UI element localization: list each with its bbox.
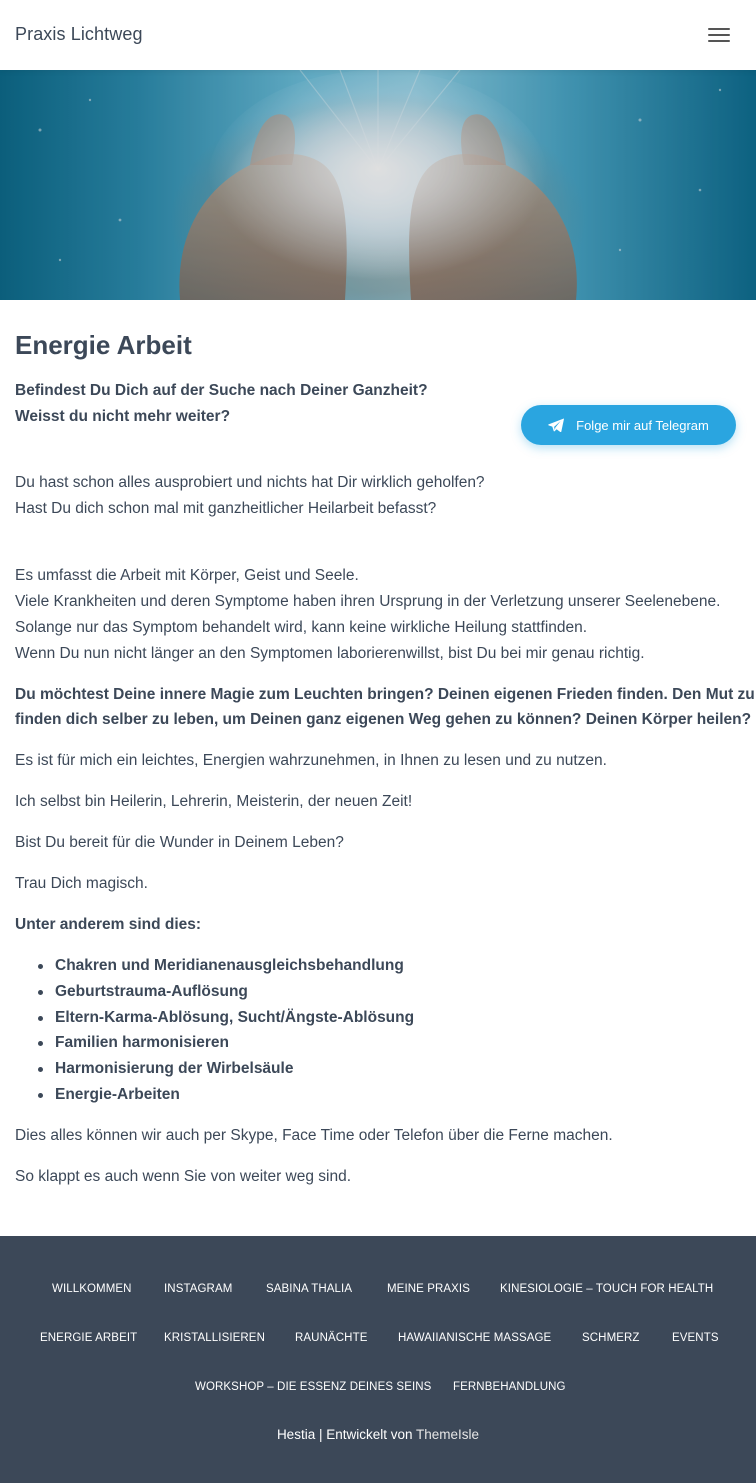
list-heading: Unter anderem sind dies: [15, 916, 202, 933]
telegram-paper-plane-icon [548, 418, 565, 432]
list-item: Familien harmonisieren [37, 1030, 414, 1056]
paragraph-remote: Dies alles können wir auch per Skype, Fa… [15, 1127, 613, 1144]
footer-nav-workshop[interactable]: Workshop – Die Essenz Deines Seins [195, 1381, 431, 1393]
hamburger-menu-icon[interactable] [708, 27, 732, 44]
footer-nav-meine-praxis[interactable]: Meine Praxis [387, 1283, 470, 1295]
telegram-follow-button[interactable]: Folge mir auf Telegram [521, 405, 736, 445]
footer-credit: Hestia | Entwickelt von ThemeIsle [0, 1427, 756, 1442]
footer-credit-text: Hestia | Entwickelt von [276, 1427, 417, 1442]
paragraph-miracles: Bist Du bereit für die Wunder in Deinem … [15, 834, 344, 851]
paragraph-healer: Ich selbst bin Heilerin, Lehrerin, Meist… [15, 793, 413, 810]
footer-nav-willkommen[interactable]: Willkommen [52, 1283, 132, 1295]
top-navbar: Praxis Lichtweg [0, 0, 756, 70]
footer-nav-energie-arbeit[interactable]: Energie Arbeit [40, 1332, 137, 1344]
intro-bold-line-2: Weisst du nicht mehr weiter? [15, 408, 231, 425]
services-list: Chakren und Meridianenausgleichsbehandlu… [37, 953, 414, 1108]
footer-nav-instagram[interactable]: Instagram [164, 1283, 232, 1295]
list-item: Geburtstrauma-Auflösung [37, 979, 414, 1005]
question-line-2: Hast Du dich schon mal mit ganzheitliche… [15, 500, 437, 517]
bold-block-line-1: Du möchtest Deine innere Magie zum Leuch… [15, 686, 755, 703]
page-title: Energie Arbeit [15, 330, 192, 360]
footer-nav-kinesiologie[interactable]: Kinesiologie – Touch for Health [500, 1283, 713, 1295]
site-footer [0, 1236, 756, 1483]
list-item: Chakren und Meridianenausgleichsbehandlu… [37, 953, 414, 979]
paragraph-line-2: Viele Krankheiten und deren Symptome hab… [15, 593, 721, 610]
footer-nav-events[interactable]: Events [672, 1332, 719, 1344]
paragraph-magic: Trau Dich magisch. [15, 875, 148, 892]
footer-nav-kristallisieren[interactable]: Kristallisieren [164, 1332, 265, 1344]
footer-nav-fernbehandlung[interactable]: Fernbehandlung [453, 1381, 566, 1393]
bold-block-line-2: finden dich selber zu leben, um Deinen g… [15, 711, 752, 728]
footer-nav-hawaiianische-massage[interactable]: Hawaiianische Massage [398, 1332, 551, 1344]
themeisle-link[interactable]: ThemeIsle [416, 1427, 479, 1442]
list-item: Harmonisierung der Wirbelsäule [37, 1056, 414, 1082]
intro-bold-line-1: Befindest Du Dich auf der Suche nach Dei… [15, 382, 428, 399]
footer-nav-sabina-thalia[interactable]: Sabina Thalia [266, 1283, 352, 1295]
list-item: Eltern-Karma-Ablösung, Sucht/Ängste-Ablö… [37, 1005, 414, 1031]
hero-image [0, 70, 756, 300]
paragraph-line-3: Solange nur das Symptom behandelt wird, … [15, 619, 588, 636]
site-brand[interactable]: Praxis Lichtweg [15, 24, 143, 45]
paragraph-energies: Es ist für mich ein leichtes, Energien w… [15, 752, 607, 769]
paragraph-line-1: Es umfasst die Arbeit mit Körper, Geist … [15, 567, 359, 584]
footer-nav-raunaechte[interactable]: Raunächte [295, 1332, 367, 1344]
paragraph-line-4: Wenn Du nun nicht länger an den Symptome… [15, 645, 645, 662]
question-line-1: Du hast schon alles ausprobiert und nich… [15, 474, 485, 491]
list-item: Energie-Arbeiten [37, 1082, 414, 1108]
footer-nav-schmerz[interactable]: Schmerz [582, 1332, 640, 1344]
telegram-button-label: Folge mir auf Telegram [576, 417, 709, 433]
paragraph-distance: So klappt es auch wenn Sie von weiter we… [15, 1168, 352, 1185]
